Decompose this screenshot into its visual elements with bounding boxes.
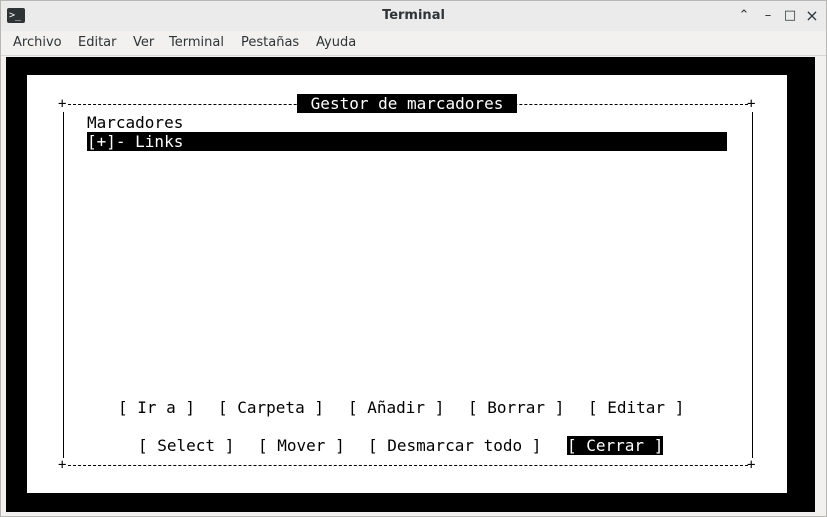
menu-archivo[interactable]: Archivo [13, 31, 62, 55]
menu-bar: Archivo Editar Ver Terminal Pestañas Ayu… [1, 31, 826, 56]
tree-item-label: [+]- Links [87, 132, 184, 151]
frame-corner: + [58, 457, 67, 473]
menu-ayuda[interactable]: Ayuda [316, 31, 356, 55]
dialog-title: Gestor de marcadores [297, 94, 517, 113]
select-button[interactable]: [ Select ] [138, 436, 234, 455]
maximize-button[interactable]: □ [781, 7, 799, 25]
scrollbar[interactable] [816, 57, 826, 512]
menu-editar[interactable]: Editar [78, 31, 117, 55]
menu-pestanas[interactable]: Pestañas [241, 31, 299, 55]
chevron-up-icon[interactable]: ⌃ [735, 7, 753, 25]
menu-ver[interactable]: Ver [133, 31, 154, 55]
ir-a-button[interactable]: [ Ir a ] [118, 398, 195, 417]
title-bar[interactable]: >_ Terminal ⌃ – □ × [1, 1, 826, 31]
frame-corner: + [747, 457, 756, 473]
mover-button[interactable]: [ Mover ] [258, 436, 345, 455]
anadir-button[interactable]: [ Añadir ] [348, 398, 444, 417]
terminal-window: >_ Terminal ⌃ – □ × Archivo Editar Ver T… [0, 0, 827, 517]
minimize-button[interactable]: – [759, 7, 777, 25]
cerrar-button[interactable]: [ Cerrar ] [567, 436, 664, 455]
tree-root-label: Marcadores [87, 113, 184, 132]
frame-left-border [63, 112, 64, 458]
window-title: Terminal [382, 8, 445, 23]
frame-right-border [752, 112, 753, 458]
frame-bottom-border [68, 465, 748, 466]
carpeta-button[interactable]: [ Carpeta ] [218, 398, 324, 417]
editar-button[interactable]: [ Editar ] [588, 398, 684, 417]
borrar-button[interactable]: [ Borrar ] [468, 398, 564, 417]
close-button[interactable]: × [803, 7, 821, 25]
frame-corner: + [58, 96, 67, 112]
desmarcar-todo-button[interactable]: [ Desmarcar todo ] [368, 436, 541, 455]
tree-item-selected[interactable]: [+]- Links [87, 132, 727, 151]
menu-terminal[interactable]: Terminal [169, 31, 224, 55]
frame-corner: + [747, 96, 756, 112]
